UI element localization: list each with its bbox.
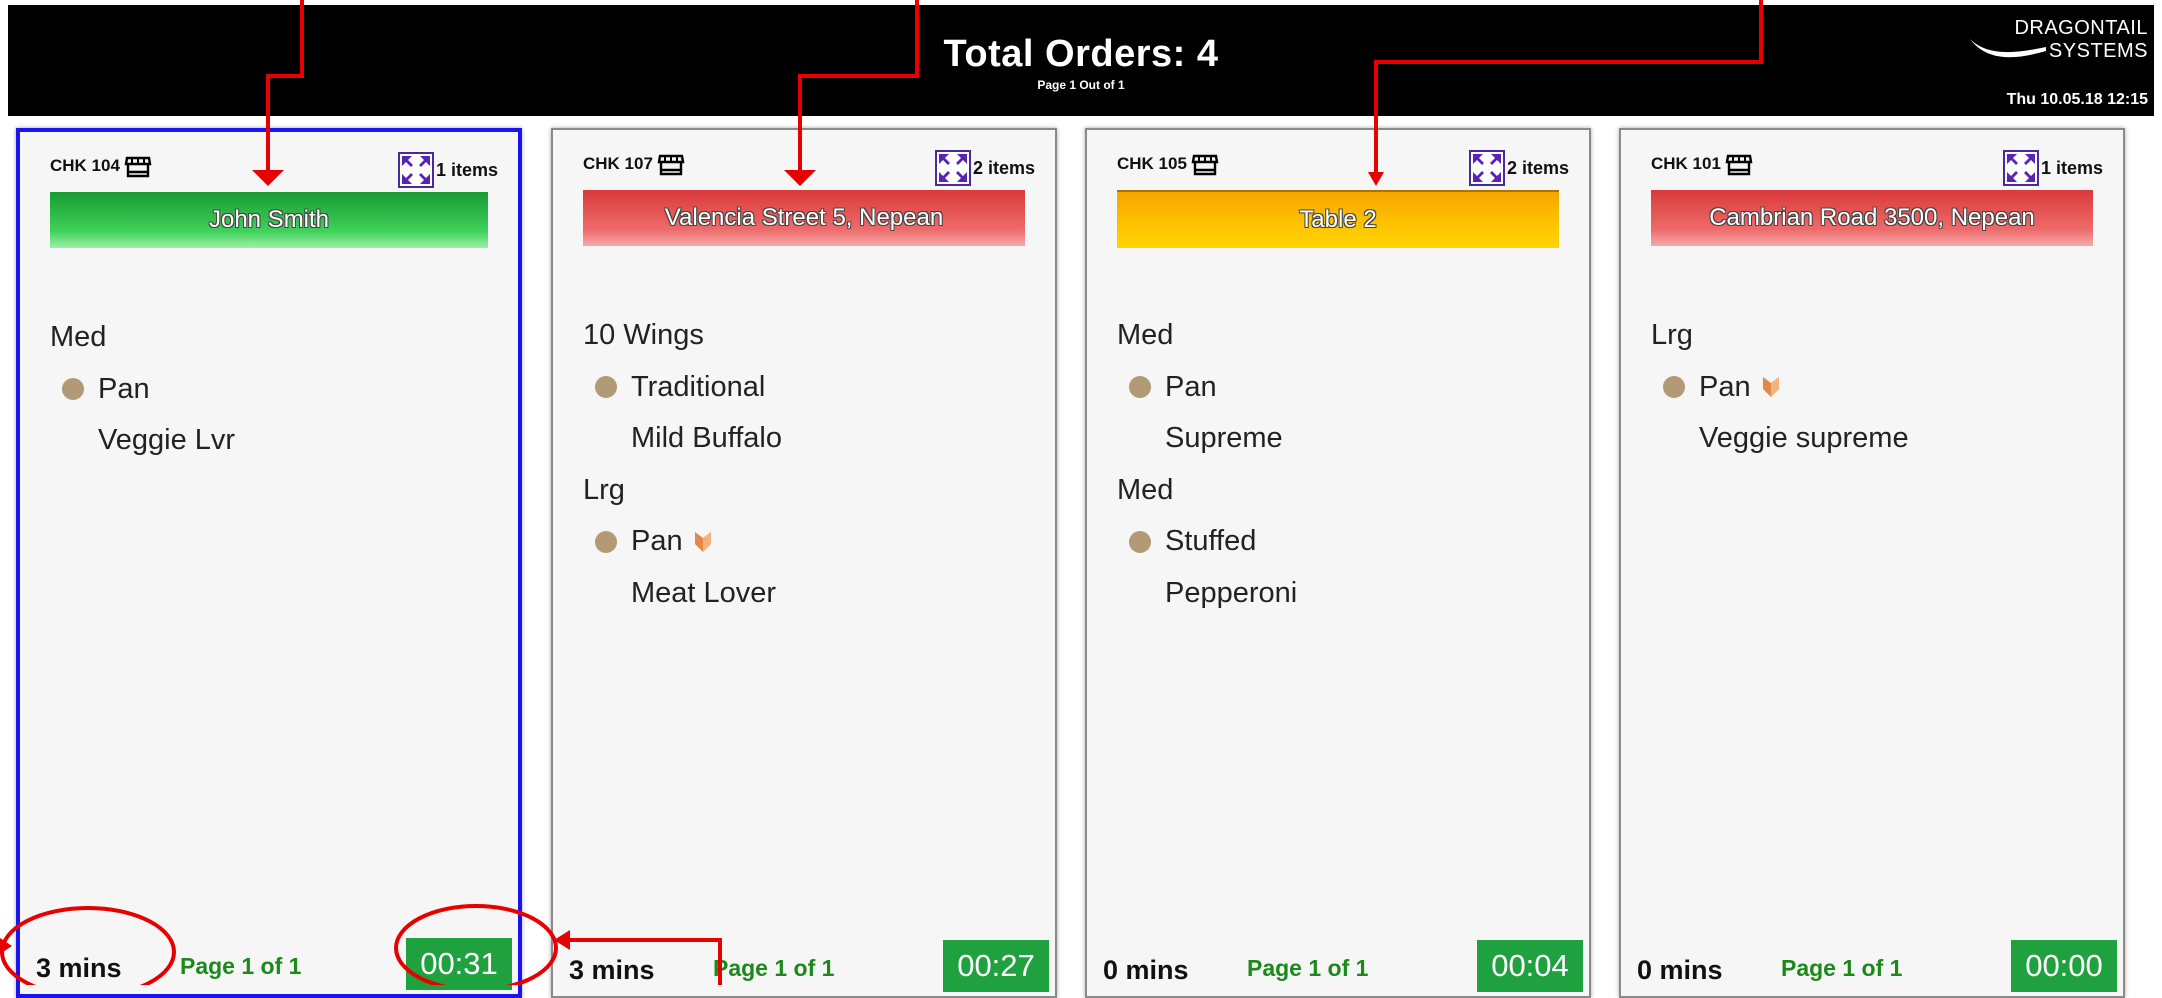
order-line-crust: Pan — [1117, 362, 1569, 414]
ticket-page-indicator: Page 1 of 1 — [1781, 955, 1903, 981]
items-count-label: 2 items — [1506, 157, 1569, 178]
half-pizza-icon — [1762, 377, 1779, 398]
check-number-label: CHK 101 — [1651, 154, 1721, 173]
customer-banner: Cambrian Road 3500, Nepean — [1651, 190, 2093, 246]
order-line-pizza: Meat Lover — [631, 576, 777, 609]
crust-label: Pan — [98, 372, 150, 405]
order-line-size: Lrg — [583, 473, 625, 506]
order-line-size: Med — [1117, 473, 1174, 506]
order-ticket[interactable]: CHK 105 2 items Table 2 Med Pan Supreme … — [1085, 128, 1591, 998]
order-timer: 00:00 — [2011, 940, 2117, 992]
swoosh-icon — [1970, 39, 2046, 58]
items-count[interactable]: 1 items — [2002, 150, 2103, 186]
order-lines: Med Pan Supreme Med Stuffed Pepperoni — [1117, 310, 1569, 619]
store-icon — [657, 154, 685, 176]
ticket-page-indicator: Page 1 of 1 — [713, 955, 835, 981]
store-icon — [124, 156, 152, 178]
order-timer: 00:31 — [406, 938, 512, 990]
elapsed-mins: 0 mins — [1637, 955, 1723, 985]
items-count-label: 2 items — [972, 157, 1035, 178]
order-line-pizza: Veggie Lvr — [98, 424, 236, 457]
customer-banner: Valencia Street 5, Nepean — [583, 190, 1025, 246]
items-count-label: 1 items — [2040, 157, 2103, 178]
order-line-crust: Pan — [50, 364, 498, 416]
customer-banner: John Smith — [50, 192, 488, 248]
crust-label: Pan — [1165, 370, 1217, 403]
ticket-page-indicator: Page 1 of 1 — [180, 953, 302, 979]
ticket-page-indicator: Page 1 of 1 — [1247, 955, 1369, 981]
order-line-crust: Stuffed — [1117, 516, 1569, 568]
flavor-label: Traditional — [631, 370, 766, 403]
order-ticket[interactable]: CHK 101 1 items Cambrian Road 3500, Nepe… — [1619, 128, 2125, 998]
expand-arrows-icon[interactable] — [1468, 150, 1505, 186]
items-count[interactable]: 2 items — [1468, 150, 1569, 186]
order-ticket[interactable]: CHK 107 2 items Valencia Street 5, Nepea… — [551, 128, 1057, 998]
order-timer: 00:04 — [1477, 940, 1583, 992]
check-number-label: CHK 107 — [583, 154, 653, 173]
elapsed-mins: 0 mins — [1103, 955, 1189, 985]
check-number: CHK 104 — [50, 154, 152, 178]
check-number: CHK 105 — [1117, 152, 1219, 176]
expand-arrows-icon[interactable] — [934, 150, 971, 186]
check-number: CHK 107 — [583, 152, 685, 176]
order-line-crust: Pan — [583, 516, 1035, 568]
crust-label: Pan — [631, 525, 683, 558]
order-lines: Lrg Pan Veggie supreme — [1651, 310, 2103, 465]
check-number-label: CHK 105 — [1117, 154, 1187, 173]
store-icon — [1191, 154, 1219, 176]
topping-dot-icon — [1129, 530, 1151, 553]
order-line-pizza: Veggie supreme — [1699, 422, 1909, 455]
brand-logo: DRAGONTAIL SYSTEMS — [1968, 17, 2148, 67]
items-count-label: 1 items — [435, 159, 498, 180]
expand-arrows-icon[interactable] — [2002, 150, 2039, 186]
elapsed-mins: 3 mins — [569, 955, 655, 985]
topping-dot-icon — [1129, 376, 1151, 399]
topping-dot-icon — [595, 376, 617, 399]
expand-arrows-icon[interactable] — [397, 152, 434, 188]
check-number-label: CHK 104 — [50, 156, 120, 175]
customer-banner: Table 2 — [1117, 190, 1559, 248]
order-timer: 00:27 — [943, 940, 1049, 992]
crust-label: Pan — [1699, 370, 1751, 403]
order-ticket[interactable]: CHK 104 1 items John Smith Med Pan Veggi… — [16, 128, 522, 998]
ticket-columns: CHK 104 1 items John Smith Med Pan Veggi… — [0, 116, 2162, 998]
items-count[interactable]: 2 items — [934, 150, 1035, 186]
order-lines: 10 Wings Traditional Mild Buffalo Lrg Pa… — [583, 310, 1035, 619]
order-line-crust: Pan — [1651, 362, 2103, 414]
topping-dot-icon — [1663, 376, 1685, 399]
total-orders-title: Total Orders: 4 — [943, 33, 1219, 75]
crust-label: Stuffed — [1165, 525, 1257, 558]
half-pizza-icon — [694, 531, 711, 552]
order-lines: Med Pan Veggie Lvr — [50, 312, 498, 467]
order-line-pizza: Pepperoni — [1165, 576, 1298, 609]
page-indicator: Page 1 Out of 1 — [1037, 78, 1125, 92]
topping-dot-icon — [595, 530, 617, 553]
header-datetime: Thu 10.05.18 12:15 — [2006, 91, 2148, 108]
order-line-size: Med — [1117, 319, 1174, 352]
order-line-flavor: Traditional — [583, 362, 1035, 414]
check-number: CHK 101 — [1651, 152, 1753, 176]
topping-dot-icon — [62, 378, 84, 401]
store-icon — [1725, 154, 1753, 176]
items-count[interactable]: 1 items — [397, 152, 498, 188]
order-line-sauce: Mild Buffalo — [631, 422, 782, 455]
elapsed-mins: 3 mins — [36, 953, 122, 983]
order-line-size: Med — [50, 321, 107, 354]
order-line-size: 10 Wings — [583, 319, 704, 352]
order-line-size: Lrg — [1651, 319, 1693, 352]
order-line-pizza: Supreme — [1165, 422, 1283, 455]
header-bar: Total Orders: 4 Page 1 Out of 1 DRAGONTA… — [8, 5, 2154, 116]
